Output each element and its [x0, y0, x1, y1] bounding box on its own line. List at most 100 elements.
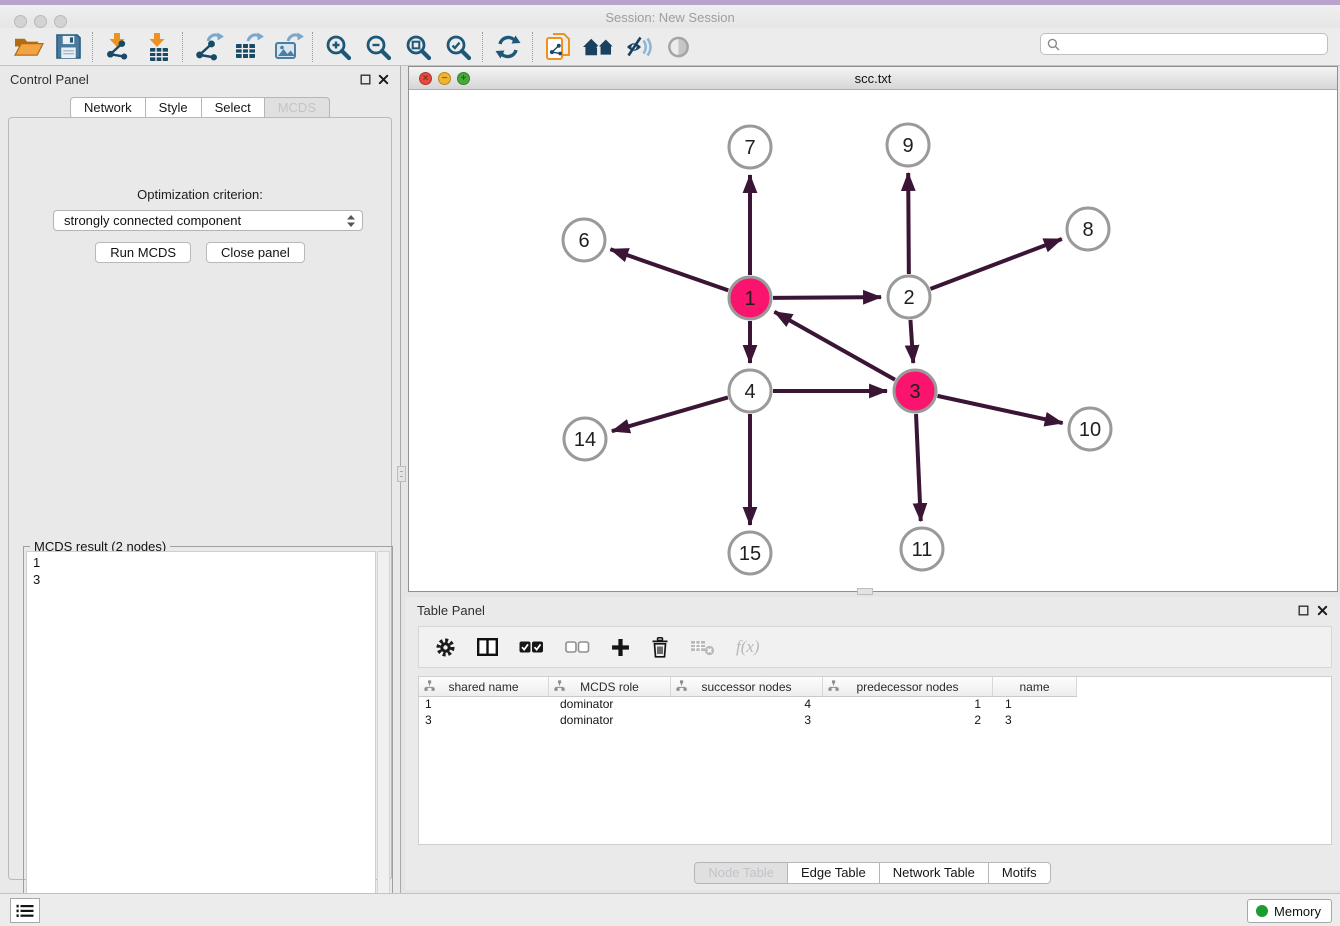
edge-3-to-10[interactable] — [937, 396, 1062, 423]
svg-text:9: 9 — [902, 135, 913, 157]
edge-2-to-9[interactable] — [908, 173, 909, 274]
refresh-icon[interactable] — [488, 30, 528, 64]
svg-text:6: 6 — [578, 230, 589, 252]
open-file-icon[interactable] — [8, 30, 48, 64]
graph-node-11[interactable]: 11 — [901, 528, 943, 570]
task-history-button[interactable] — [10, 898, 40, 923]
graph-node-14[interactable]: 14 — [564, 418, 606, 460]
cell-shared-name[interactable]: 1 — [419, 697, 549, 711]
mcds-result-list[interactable]: 13 — [26, 551, 376, 925]
result-item[interactable]: 3 — [33, 571, 369, 588]
copy-network-icon[interactable] — [538, 30, 578, 64]
close-panel-button[interactable]: Close panel — [206, 242, 305, 263]
cell-predecessor-nodes[interactable]: 2 — [823, 713, 993, 727]
column-header-predecessor-nodes[interactable]: predecessor nodes — [823, 677, 993, 696]
table-settings-icon[interactable] — [435, 637, 456, 658]
svg-text:4: 4 — [744, 381, 755, 403]
main-titlebar: Session: New Session — [0, 5, 1340, 28]
svg-text:2: 2 — [903, 287, 914, 309]
hide-graphics-icon[interactable] — [618, 30, 658, 64]
graph-node-9[interactable]: 9 — [887, 124, 929, 166]
tab-motifs[interactable]: Motifs — [988, 862, 1051, 884]
edge-2-to-3[interactable] — [910, 320, 913, 363]
graph-node-1[interactable]: 1 — [729, 277, 771, 319]
zoom-selected-icon[interactable] — [438, 30, 478, 64]
edge-2-to-8[interactable] — [931, 239, 1062, 289]
horizontal-split-handle[interactable] — [857, 588, 873, 595]
tab-network[interactable]: Network — [70, 97, 146, 119]
search-icon — [1047, 38, 1060, 51]
cell-successor-nodes[interactable]: 4 — [671, 697, 823, 711]
column-header-shared-name[interactable]: shared name — [419, 677, 549, 696]
toolbar-separator — [312, 32, 314, 62]
graph-node-4[interactable]: 4 — [729, 370, 771, 412]
export-image-icon[interactable] — [268, 30, 308, 64]
search-field[interactable] — [1040, 33, 1328, 55]
function-builder-icon: f(x) — [736, 637, 760, 657]
graph-node-3[interactable]: 3 — [894, 370, 936, 412]
close-panel-icon[interactable] — [377, 73, 390, 86]
edge-3-to-11[interactable] — [916, 414, 921, 521]
float-table-panel-icon[interactable] — [1297, 604, 1310, 617]
show-all-networks-icon[interactable] — [578, 30, 618, 64]
graph-node-10[interactable]: 10 — [1069, 408, 1111, 450]
column-layout-icon[interactable] — [477, 638, 498, 656]
run-mcds-button[interactable]: Run MCDS — [95, 242, 191, 263]
import-table-icon[interactable] — [138, 30, 178, 64]
network-window: ×−+ scc.txt 7968124314101511 — [408, 66, 1338, 592]
tab-edge-table[interactable]: Edge Table — [787, 862, 880, 884]
graph-node-8[interactable]: 8 — [1067, 208, 1109, 250]
mcds-panel: Optimization criterion: strongly connect… — [8, 117, 392, 880]
graph-node-2[interactable]: 2 — [888, 276, 930, 318]
zoom-fit-icon[interactable] — [398, 30, 438, 64]
delete-table-icon — [690, 638, 715, 656]
edge-3-to-1[interactable] — [774, 312, 895, 380]
vertical-split-handle[interactable] — [397, 466, 406, 482]
save-session-icon[interactable] — [48, 30, 88, 64]
import-network-icon[interactable] — [98, 30, 138, 64]
search-input[interactable] — [1064, 34, 1327, 54]
tab-mcds[interactable]: MCDS — [264, 97, 330, 119]
tab-select[interactable]: Select — [201, 97, 265, 119]
tab-node-table[interactable]: Node Table — [694, 862, 788, 884]
cell-MCDS-role[interactable]: dominator — [549, 697, 671, 711]
graph-node-7[interactable]: 7 — [729, 126, 771, 168]
deselect-all-icon[interactable] — [565, 641, 590, 654]
add-column-icon[interactable] — [611, 638, 630, 657]
cell-name[interactable]: 1 — [993, 697, 1077, 711]
export-table-icon[interactable] — [228, 30, 268, 64]
edge-1-to-2[interactable] — [773, 297, 881, 298]
edge-1-to-6[interactable] — [610, 249, 728, 290]
memory-button[interactable]: Memory — [1247, 899, 1332, 923]
graph-node-15[interactable]: 15 — [729, 532, 771, 574]
preview-icon — [658, 30, 698, 64]
table-row[interactable]: 1dominator411 — [419, 696, 1077, 712]
delete-column-icon[interactable] — [651, 637, 669, 658]
column-label: shared name — [448, 680, 518, 694]
export-network-icon[interactable] — [188, 30, 228, 64]
network-canvas[interactable]: 7 9 6 8 1 2 4 3 14 10 15 11 — [409, 90, 1337, 591]
cell-shared-name[interactable]: 3 — [419, 713, 549, 727]
select-all-icon[interactable] — [519, 641, 544, 654]
control-panel-title: Control Panel — [10, 72, 89, 87]
column-header-successor-nodes[interactable]: successor nodes — [671, 677, 823, 696]
table-panel-header: Table Panel — [405, 597, 1340, 623]
cell-predecessor-nodes[interactable]: 1 — [823, 697, 993, 711]
cell-successor-nodes[interactable]: 3 — [671, 713, 823, 727]
zoom-in-icon[interactable] — [318, 30, 358, 64]
column-header-MCDS-role[interactable]: MCDS role — [549, 677, 671, 696]
tab-network-table[interactable]: Network Table — [879, 862, 989, 884]
graph-node-6[interactable]: 6 — [563, 219, 605, 261]
table-row[interactable]: 3dominator323 — [419, 712, 1077, 728]
close-table-panel-icon[interactable] — [1316, 604, 1329, 617]
cell-name[interactable]: 3 — [993, 713, 1077, 727]
float-panel-icon[interactable] — [359, 73, 372, 86]
criterion-select[interactable]: strongly connected component — [53, 210, 363, 231]
cell-MCDS-role[interactable]: dominator — [549, 713, 671, 727]
result-item[interactable]: 1 — [33, 554, 369, 571]
zoom-out-icon[interactable] — [358, 30, 398, 64]
tab-style[interactable]: Style — [145, 97, 202, 119]
column-header-name[interactable]: name — [993, 677, 1077, 696]
edge-4-to-14[interactable] — [612, 397, 728, 431]
result-scrollbar[interactable] — [377, 551, 390, 925]
